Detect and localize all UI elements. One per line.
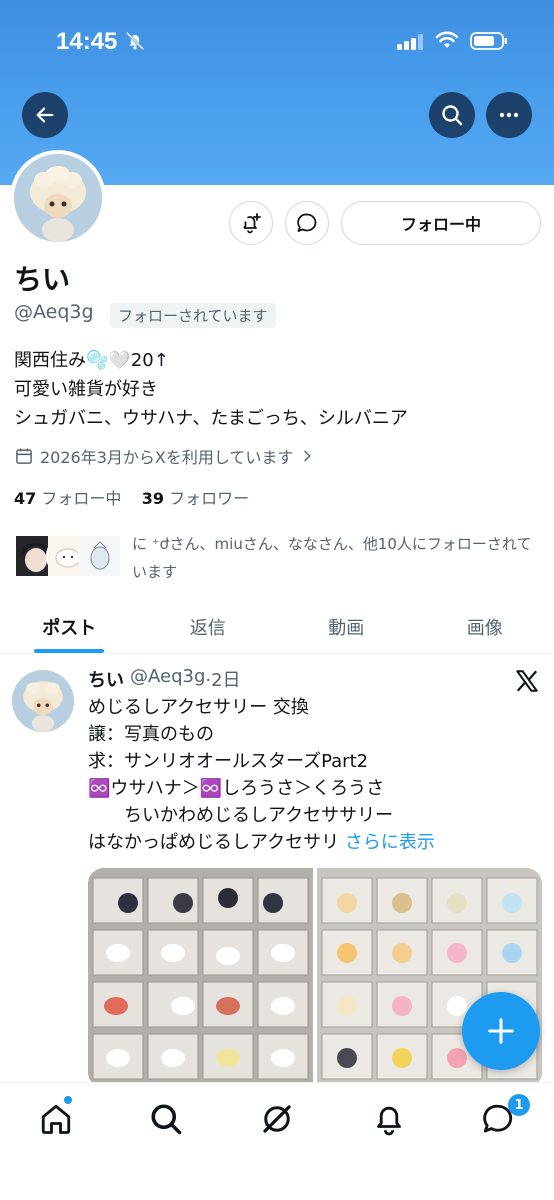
calendar-icon bbox=[16, 448, 32, 464]
compose-post-button[interactable] bbox=[462, 992, 540, 1070]
post-header: ちい @Aeq3g ·2日 bbox=[88, 666, 241, 692]
bio-line: シュガバニ、ウサハナ、たまごっち、シルバニア bbox=[14, 408, 408, 429]
follows-you-badge: フォローされています bbox=[110, 303, 276, 328]
plus-icon bbox=[488, 1018, 514, 1044]
following-button[interactable]: フォロー中 bbox=[341, 201, 541, 245]
bell-slash-icon bbox=[125, 31, 145, 51]
profile-tabs: ポスト 返信 動画 画像 bbox=[0, 600, 554, 654]
profile-bio: 関西住み🫧🤍20↑ 可愛い雑貨が好き シュガバニ、ウサハナ、たまごっち、シルバニ… bbox=[14, 346, 408, 433]
follower-avatar-image bbox=[80, 536, 120, 576]
tab-videos[interactable]: 動画 bbox=[277, 600, 416, 653]
bottom-navigation bbox=[0, 1082, 554, 1200]
following-link[interactable]: 47 フォロー中 bbox=[14, 489, 121, 508]
post-author-handle[interactable]: @Aeq3g bbox=[130, 666, 205, 692]
post-line: 譲：写真のもの bbox=[88, 724, 214, 745]
notifications-toggle-button[interactable] bbox=[229, 201, 273, 245]
post-line: めじるしアクセサリー 交換 bbox=[88, 697, 309, 718]
search-icon bbox=[442, 105, 463, 126]
follower-avatar bbox=[78, 534, 122, 578]
post-avatar-image bbox=[12, 670, 74, 732]
message-button[interactable] bbox=[285, 201, 329, 245]
post-text[interactable]: めじるしアクセサリー 交換 譲：写真のもの 求：サンリオオールスターズPart2… bbox=[88, 694, 548, 856]
joined-date[interactable]: 2026年3月からXを利用しています bbox=[14, 444, 315, 468]
bell-icon[interactable] bbox=[371, 1101, 407, 1137]
messages-badge: 1 bbox=[508, 1094, 530, 1116]
follow-counts: 47 フォロー中 39 フォロワー bbox=[14, 485, 249, 509]
post-line: はなかっぱめじるしアクセサリ bbox=[88, 832, 340, 853]
post-line: 求：サンリオオールスターズPart2 bbox=[88, 751, 369, 772]
following-count: 47 bbox=[14, 489, 37, 508]
status-time: 14:45 bbox=[56, 28, 118, 55]
more-options-button[interactable] bbox=[486, 92, 532, 138]
post-author-avatar[interactable] bbox=[12, 670, 74, 732]
display-name: ちい bbox=[14, 263, 71, 296]
tab-replies[interactable]: 返信 bbox=[139, 600, 278, 653]
back-button[interactable] bbox=[22, 92, 68, 138]
search-icon[interactable] bbox=[148, 1101, 184, 1137]
followers-label: フォロワー bbox=[169, 489, 250, 508]
tab-media[interactable]: 画像 bbox=[416, 600, 554, 653]
tab-posts[interactable]: ポスト bbox=[0, 600, 139, 653]
user-handle: @Aeq3g bbox=[14, 301, 94, 323]
message-bubble-icon bbox=[297, 213, 317, 232]
status-bar: 14:45 bbox=[0, 0, 554, 80]
bio-line: 可愛い雑貨が好き bbox=[14, 379, 158, 400]
bio-line: 関西住み🫧🤍20↑ bbox=[14, 350, 169, 371]
x-logo-icon bbox=[516, 670, 538, 692]
followers-count: 39 bbox=[141, 489, 164, 508]
show-more-link[interactable]: さらに表示 bbox=[345, 832, 435, 853]
joined-text: 2026年3月からXを利用しています bbox=[40, 448, 294, 467]
more-horizontal-icon bbox=[499, 112, 519, 118]
bell-plus-icon bbox=[243, 213, 261, 234]
chevron-right-icon bbox=[304, 450, 312, 462]
post-timestamp: ·2日 bbox=[205, 670, 241, 691]
battery-icon bbox=[470, 32, 507, 50]
followers-you-know-text: に ⁺ժさん、miuさん、ななさん、他10人にフォローされています bbox=[132, 535, 532, 581]
home-icon[interactable] bbox=[38, 1101, 74, 1137]
avatar-image bbox=[14, 154, 102, 242]
grok-icon[interactable] bbox=[259, 1101, 295, 1137]
profile-avatar[interactable] bbox=[10, 150, 106, 246]
search-button[interactable] bbox=[429, 92, 475, 138]
post-line: ちいかわめじるしアクセササリー bbox=[88, 805, 394, 826]
wifi-icon bbox=[435, 31, 459, 48]
post-author-name[interactable]: ちい bbox=[88, 666, 124, 692]
arrow-left-icon bbox=[36, 107, 54, 123]
followers-you-know[interactable]: に ⁺ժさん、miuさん、ななさん、他10人にフォローされています bbox=[14, 530, 544, 582]
post-photo[interactable] bbox=[88, 868, 313, 1088]
post-line: ♾️ウサハナ＞♾️しろうさ＞くろうさ bbox=[88, 778, 385, 799]
photo-image bbox=[88, 868, 313, 1088]
followers-link[interactable]: 39 フォロワー bbox=[142, 489, 249, 508]
following-label: フォロー中 bbox=[41, 489, 122, 508]
home-unread-dot bbox=[64, 1096, 72, 1104]
cellular-signal-icon bbox=[397, 34, 423, 50]
